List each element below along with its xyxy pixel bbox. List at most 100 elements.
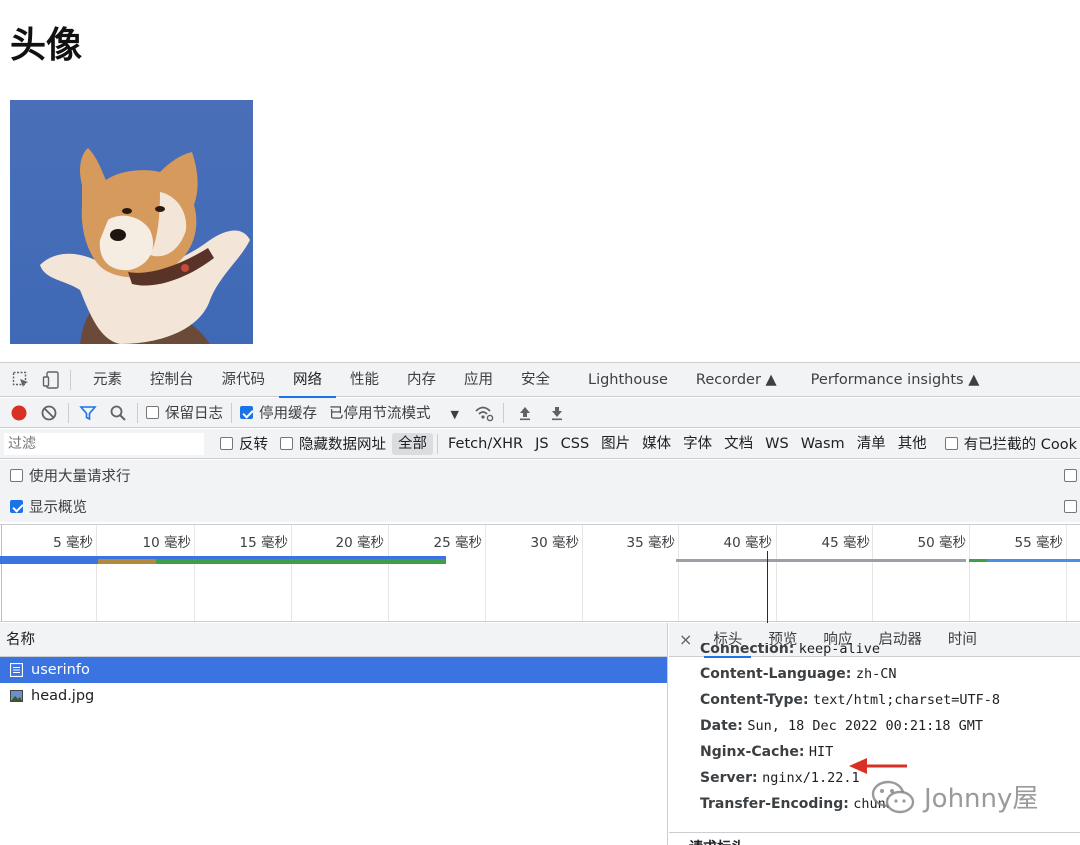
filter-type-font[interactable]: 字体	[677, 433, 718, 455]
group-by-frame-checkbox[interactable]	[1064, 469, 1077, 482]
tab-performance-insights[interactable]: Performance insights ▲	[797, 363, 994, 397]
throttling-value: 已停用节流模式	[329, 406, 431, 422]
toolbar-divider	[231, 402, 232, 423]
header-key: Content-Language:	[700, 666, 852, 682]
grid-line	[388, 525, 389, 621]
show-overview-label: 显示概览	[29, 500, 87, 516]
tab-network[interactable]: 网络	[279, 363, 336, 398]
filter-type-other[interactable]: 其他	[892, 433, 933, 455]
grid-line	[1066, 525, 1067, 621]
annotation-arrow-icon	[847, 756, 909, 780]
name-column-header[interactable]: 名称	[0, 623, 667, 657]
network-toolbar: 保留日志 停用缓存 已停用节流模式 ▼	[0, 398, 1080, 428]
experiment-flask-icon: ▲	[968, 371, 980, 388]
filter-type-js[interactable]: JS	[529, 433, 554, 455]
network-conditions-icon[interactable]	[473, 402, 495, 424]
show-overview-toggle[interactable]: 显示概览	[10, 496, 87, 517]
filter-type-fetch-xhr[interactable]: Fetch/XHR	[442, 433, 529, 455]
tab-recorder[interactable]: Recorder ▲	[682, 363, 791, 397]
tab-lighthouse[interactable]: Lighthouse	[574, 363, 682, 397]
grid-line	[194, 525, 195, 621]
tab-performance[interactable]: 性能	[336, 363, 393, 397]
overview-bar-queue	[98, 559, 156, 564]
filter-type-img[interactable]: 图片	[595, 433, 636, 455]
tabbar-divider	[70, 369, 71, 390]
grid-line	[1, 525, 2, 621]
throttling-select[interactable]: 已停用节流模式 ▼	[329, 402, 459, 423]
tab-recorder-label: Recorder	[695, 371, 761, 388]
request-name: userinfo	[31, 662, 90, 678]
big-rows-toggle[interactable]: 使用大量请求行	[10, 465, 131, 486]
preserve-log-checkbox[interactable]	[146, 406, 159, 419]
header-key: Transfer-Encoding:	[700, 796, 849, 812]
tab-elements[interactable]: 元素	[79, 363, 136, 397]
preserve-log-toggle[interactable]: 保留日志	[146, 402, 223, 423]
overview-bar-late-green	[969, 559, 987, 562]
invert-checkbox[interactable]	[220, 437, 233, 450]
grid-line	[776, 525, 777, 621]
filter-type-doc[interactable]: 文档	[718, 433, 759, 455]
tick-label: 25 毫秒	[433, 535, 482, 551]
header-key: Nginx-Cache:	[700, 744, 805, 760]
hide-data-urls-checkbox[interactable]	[280, 437, 293, 450]
network-overview[interactable]: 5 毫秒 10 毫秒 15 毫秒 20 毫秒 25 毫秒 30 毫秒 35 毫秒…	[0, 524, 1080, 623]
request-row-userinfo[interactable]: userinfo	[0, 657, 667, 683]
clear-icon[interactable]	[38, 402, 60, 424]
option-row-overview: 显示概览	[0, 491, 1080, 522]
blocked-cookies-checkbox[interactable]	[944, 437, 958, 450]
tab-sources[interactable]: 源代码	[208, 363, 280, 397]
header-key: Content-Type:	[700, 692, 809, 708]
tick-label: 40 毫秒	[723, 535, 772, 551]
big-rows-checkbox[interactable]	[10, 469, 23, 482]
import-har-icon[interactable]	[514, 402, 536, 424]
tick-label: 50 毫秒	[917, 535, 966, 551]
show-overview-checkbox[interactable]	[10, 500, 23, 513]
tab-security[interactable]: 安全	[507, 363, 564, 397]
page-title: 头像	[10, 25, 83, 66]
disable-cache-label: 停用缓存	[259, 406, 317, 422]
filter-type-all[interactable]: 全部	[392, 432, 433, 455]
disable-cache-checkbox[interactable]	[240, 406, 253, 419]
close-icon[interactable]: ×	[669, 630, 700, 649]
toolbar-divider	[502, 402, 504, 423]
grid-line	[485, 525, 486, 621]
watermark: Johnny屋	[870, 778, 1038, 815]
filter-icon[interactable]	[77, 402, 99, 424]
filter-type-media[interactable]: 媒体	[636, 433, 677, 455]
export-har-icon[interactable]	[546, 402, 568, 424]
header-row: Connection: keep-alive	[700, 643, 1000, 661]
filter-type-css[interactable]: CSS	[555, 433, 596, 455]
request-headers-section[interactable]: 请求标头	[689, 837, 745, 845]
search-icon[interactable]	[107, 402, 129, 424]
hide-data-urls-toggle[interactable]: 隐藏数据网址	[280, 433, 386, 454]
watermark-text: Johnny屋	[924, 784, 1039, 814]
inspect-element-icon[interactable]	[10, 369, 32, 391]
tab-application[interactable]: 应用	[450, 363, 507, 397]
request-row-head-jpg[interactable]: head.jpg	[0, 683, 667, 709]
invert-toggle[interactable]: 反转	[220, 433, 268, 454]
devtools-tabbar: 元素 控制台 源代码 网络 性能 内存 应用 安全 Lighthouse Rec…	[0, 363, 1080, 398]
device-toolbar-icon[interactable]	[40, 369, 62, 391]
tick-label: 10 毫秒	[142, 535, 191, 551]
tab-console[interactable]: 控制台	[136, 363, 208, 397]
filter-type-ws[interactable]: WS	[759, 433, 795, 455]
preserve-log-label: 保留日志	[165, 406, 223, 422]
filter-input[interactable]	[4, 432, 204, 455]
header-key: Connection:	[700, 643, 795, 657]
tab-memory[interactable]: 内存	[393, 363, 450, 397]
grid-line	[291, 525, 292, 621]
blocked-cookies-toggle[interactable]: 有已拦截的 Cook	[944, 433, 1077, 454]
filter-type-manifest[interactable]: 清单	[851, 433, 892, 455]
overview-bar-late	[676, 559, 966, 562]
option-row-big-rows: 使用大量请求行	[0, 460, 1080, 491]
record-icon[interactable]	[8, 402, 30, 424]
tick-label: 5 毫秒	[53, 535, 93, 551]
toolbar-divider	[68, 402, 69, 423]
disable-cache-toggle[interactable]: 停用缓存	[240, 402, 317, 423]
experiment-flask-icon: ▲	[765, 371, 777, 388]
header-value: HIT	[808, 744, 834, 760]
big-rows-label: 使用大量请求行	[29, 469, 131, 485]
screenshots-checkbox[interactable]	[1064, 500, 1077, 513]
filter-type-wasm[interactable]: Wasm	[795, 433, 851, 455]
overview-bar-waiting	[0, 559, 98, 564]
